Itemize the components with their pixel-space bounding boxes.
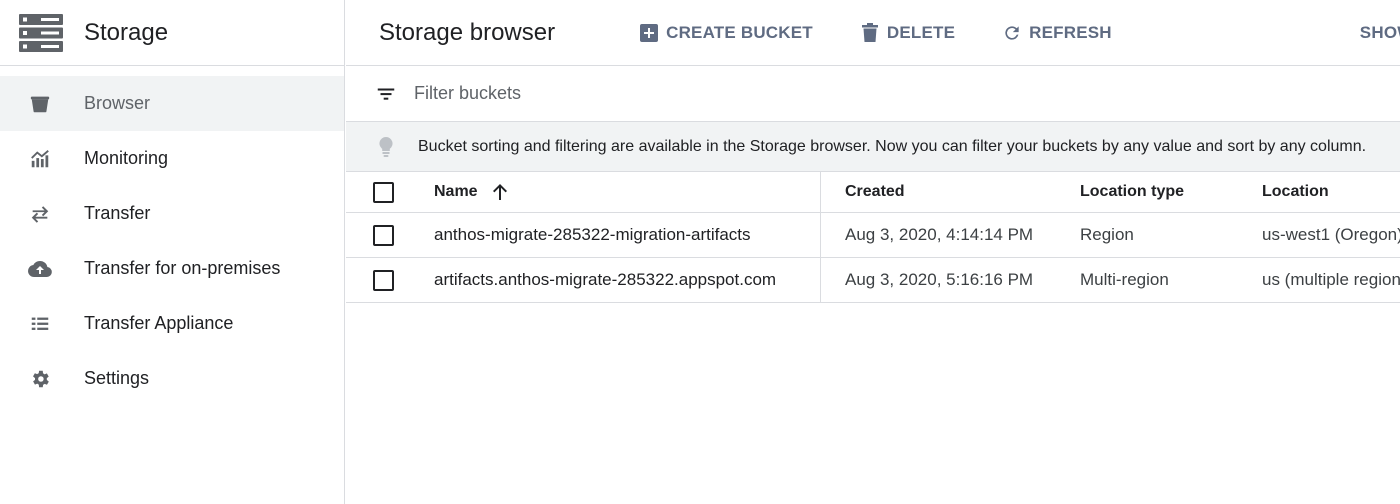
list-icon <box>28 312 52 336</box>
bucket-location: us (multiple regions) <box>1262 270 1400 289</box>
delete-button[interactable]: DELETE <box>859 22 955 44</box>
arrow-up-icon <box>490 182 510 202</box>
bucket-location-type: Region <box>1080 225 1134 244</box>
select-all-cell <box>373 172 397 212</box>
sidebar-item-transfer-on-premises[interactable]: Transfer for on-premises <box>0 241 344 296</box>
bucket-name-link[interactable]: anthos-migrate-285322-migration-artifact… <box>434 213 751 257</box>
buckets-table: Name Created Location type Location anth… <box>346 172 1400 303</box>
table-header-row: Name Created Location type Location <box>346 172 1400 213</box>
filter-icon[interactable] <box>374 82 398 106</box>
table-row: anthos-migrate-285322-migration-artifact… <box>346 213 1400 258</box>
sidebar-item-label: Settings <box>84 368 150 388</box>
column-header-name[interactable]: Name <box>434 172 510 212</box>
column-divider[interactable] <box>820 172 821 212</box>
sidebar-item-label: Monitoring <box>84 148 169 168</box>
page-title: Storage browser <box>379 18 556 46</box>
swap-icon <box>28 202 52 226</box>
row-select-cell <box>373 258 397 302</box>
row-checkbox[interactable] <box>373 224 394 246</box>
bucket-created: Aug 3, 2020, 5:16:16 PM <box>845 270 1034 289</box>
sidebar-item-browser[interactable]: Browser <box>0 76 344 131</box>
sidebar-item-transfer-appliance[interactable]: Transfer Appliance <box>0 296 344 351</box>
sidebar-item-settings[interactable]: Settings <box>0 351 344 406</box>
sidebar-header: Storage <box>0 0 344 66</box>
row-checkbox[interactable] <box>373 269 394 291</box>
info-banner: Bucket sorting and filtering are availab… <box>346 122 1400 172</box>
create-bucket-label: CREATE BUCKET <box>666 22 813 42</box>
bucket-created: Aug 3, 2020, 4:14:14 PM <box>845 225 1034 244</box>
filter-bar <box>346 66 1400 122</box>
delete-label: DELETE <box>886 22 956 42</box>
cloud-upload-icon <box>28 257 52 281</box>
column-header-name-label: Name <box>434 183 478 200</box>
bucket-location: us-west1 (Oregon) <box>1262 225 1400 244</box>
storage-logo-icon <box>19 13 63 52</box>
refresh-label: REFRESH <box>1029 22 1112 42</box>
sidebar-item-label: Transfer <box>84 203 151 223</box>
show-label: SHOW IN <box>1359 22 1400 42</box>
sidebar-item-label: Transfer Appliance <box>84 313 234 333</box>
banner-text: Bucket sorting and filtering are availab… <box>418 137 1367 155</box>
add-box-icon <box>638 22 660 44</box>
refresh-icon <box>1001 22 1023 44</box>
gear-icon <box>28 367 52 391</box>
column-divider <box>820 213 821 257</box>
sidebar-item-monitoring[interactable]: Monitoring <box>0 131 344 186</box>
sidebar-item-label: Transfer for on-premises <box>84 258 281 278</box>
table-row: artifacts.anthos-migrate-285322.appspot.… <box>346 258 1400 303</box>
filter-buckets-input[interactable] <box>414 83 1014 104</box>
bucket-icon <box>28 92 52 116</box>
column-header-location-type[interactable]: Location type <box>1080 172 1184 212</box>
show-info-panel-button[interactable]: SHOW IN <box>1360 23 1400 43</box>
column-divider <box>820 258 821 302</box>
product-title: Storage <box>84 18 169 46</box>
row-select-cell <box>373 213 397 257</box>
sidebar: Storage Browser Monitoring Transfer Tran… <box>0 0 345 504</box>
lightbulb-icon <box>374 135 398 159</box>
main-content: Storage browser CREATE BUCKET DELETE REF… <box>346 0 1400 504</box>
toolbar: Storage browser CREATE BUCKET DELETE REF… <box>346 0 1400 66</box>
column-header-location[interactable]: Location <box>1262 172 1329 212</box>
bucket-name-link[interactable]: artifacts.anthos-migrate-285322.appspot.… <box>434 258 776 302</box>
refresh-button[interactable]: REFRESH <box>1001 22 1112 44</box>
bucket-location-type: Multi-region <box>1080 270 1169 289</box>
chart-icon <box>28 147 52 171</box>
sidebar-item-label: Browser <box>84 93 151 113</box>
trash-icon <box>859 22 881 44</box>
create-bucket-button[interactable]: CREATE BUCKET <box>638 22 813 44</box>
column-header-created[interactable]: Created <box>845 172 905 212</box>
storage-app: Storage Browser Monitoring Transfer Tran… <box>0 0 1400 504</box>
select-all-checkbox[interactable] <box>373 181 394 203</box>
sidebar-nav: Browser Monitoring Transfer Transfer for… <box>0 66 344 406</box>
sidebar-item-transfer[interactable]: Transfer <box>0 186 344 241</box>
